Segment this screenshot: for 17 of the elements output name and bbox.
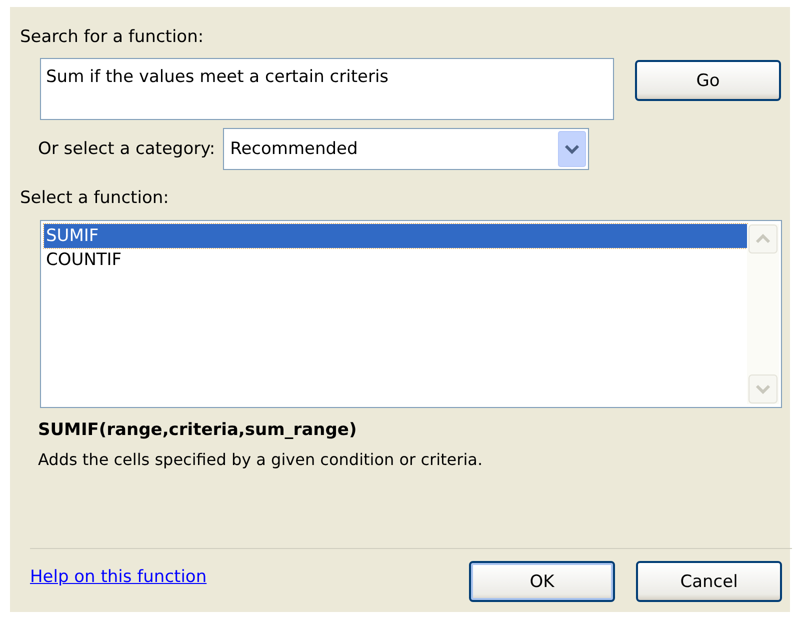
scroll-down-icon[interactable] bbox=[748, 374, 778, 404]
search-field[interactable]: Sum if the values meet a certain criteris bbox=[40, 58, 614, 120]
help-link[interactable]: Help on this function bbox=[30, 566, 207, 586]
category-dropdown[interactable]: Recommended bbox=[223, 128, 590, 170]
search-label: Search for a function: bbox=[20, 27, 205, 47]
scrollbar[interactable] bbox=[747, 224, 779, 404]
function-list-item[interactable]: SUMIF bbox=[44, 224, 747, 248]
scroll-up-icon[interactable] bbox=[748, 224, 778, 254]
category-label: Or select a category: bbox=[38, 139, 216, 159]
function-signature: SUMIF(range,criteria,sum_range) bbox=[37, 420, 358, 440]
function-list-label: Select a function: bbox=[20, 188, 170, 208]
function-list-item[interactable]: COUNTIF bbox=[44, 248, 747, 272]
ok-button[interactable]: OK bbox=[469, 561, 615, 602]
cancel-button[interactable]: Cancel bbox=[636, 561, 782, 602]
function-list[interactable]: SUMIF COUNTIF bbox=[40, 220, 782, 408]
go-button[interactable]: Go bbox=[635, 60, 781, 101]
function-description: Adds the cells specified by a given condition or criteria. bbox=[37, 450, 484, 469]
